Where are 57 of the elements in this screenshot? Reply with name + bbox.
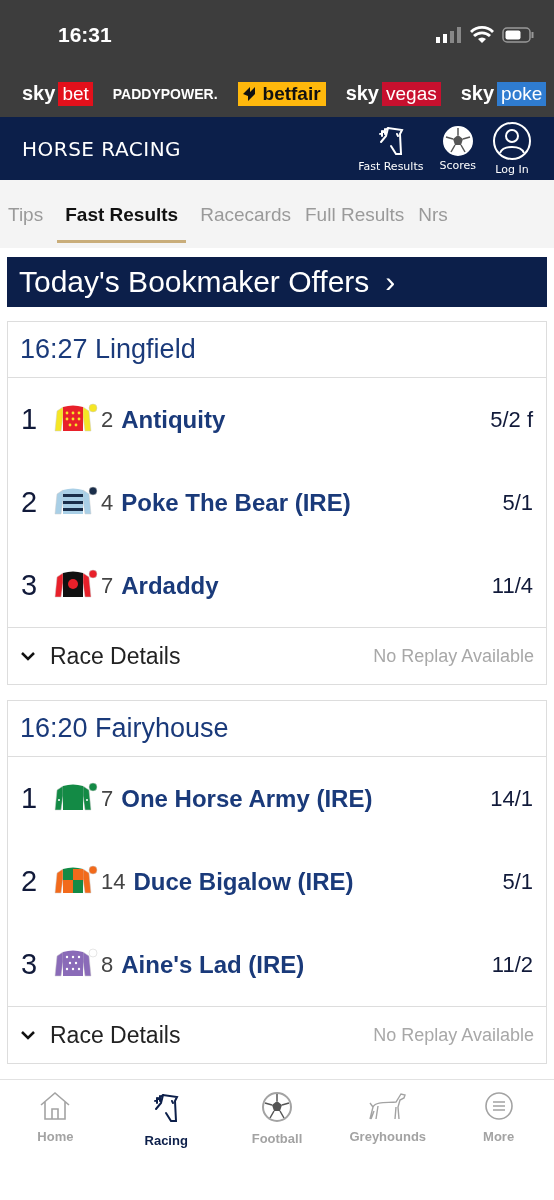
runner-number: 8 — [101, 951, 114, 978]
runner-number: 7 — [101, 572, 114, 599]
signal-icon — [436, 27, 462, 43]
horse-name[interactable]: Poke The Bear (IRE) — [121, 488, 503, 517]
finish-position: 2 — [21, 865, 39, 898]
replay-status: No Replay Available — [373, 645, 534, 667]
user-icon — [492, 121, 532, 161]
nav-tab[interactable]: Racing — [111, 1090, 222, 1149]
header-action[interactable]: Fast Results — [350, 124, 432, 173]
runner-number: 14 — [101, 868, 126, 895]
section-title: HORSE RACING — [22, 136, 183, 161]
runner-number: 4 — [101, 489, 114, 516]
odds: 5/1 — [502, 489, 533, 516]
odds: 11/4 — [491, 572, 533, 599]
brand-logo[interactable]: PADDYPOWER. — [112, 85, 218, 102]
offers-banner[interactable]: Today's Bookmaker Offers › — [7, 257, 547, 307]
football-icon — [441, 125, 474, 157]
brand-logo[interactable]: betfair — [237, 81, 326, 106]
finish-position: 3 — [21, 569, 39, 602]
chevron-down-icon — [20, 1030, 36, 1040]
race-title: 16:20 Fairyhouse — [8, 701, 546, 757]
football-icon — [261, 1091, 293, 1123]
finish-position: 1 — [21, 782, 39, 815]
replay-status: No Replay Available — [373, 1024, 534, 1046]
horse-name[interactable]: Aine's Lad (IRE) — [121, 950, 492, 979]
battery-icon — [502, 27, 534, 43]
clock: 16:31 — [58, 23, 112, 47]
greyhound-icon — [367, 1091, 408, 1121]
runner-number: 7 — [101, 785, 114, 812]
tab[interactable]: Fast Results — [57, 191, 187, 243]
brand-logo-label[interactable]: bet — [58, 81, 93, 106]
wifi-icon — [470, 26, 494, 44]
odds: 5/1 — [502, 868, 533, 895]
odds: 14/1 — [490, 785, 533, 812]
horse-name[interactable]: One Horse Army (IRE) — [121, 784, 491, 813]
horse-name[interactable]: Ardaddy — [121, 571, 492, 600]
header-action[interactable]: Log In — [484, 121, 540, 176]
odds: 5/2 f — [490, 406, 533, 433]
finish-position: 1 — [21, 403, 39, 436]
race-details-toggle[interactable]: Race Details — [20, 1021, 374, 1049]
brand-logo-label[interactable]: vegas — [382, 81, 441, 106]
finish-position: 3 — [21, 948, 39, 981]
runner-number: 2 — [101, 406, 114, 433]
brand-logo-text[interactable]: sky — [22, 82, 56, 105]
brand-logo-text[interactable]: sky — [460, 82, 495, 105]
home-icon — [39, 1091, 72, 1121]
menu-icon — [483, 1091, 514, 1121]
finish-position: 2 — [21, 486, 39, 519]
chevron-down-icon — [20, 651, 36, 661]
brand-logo-text[interactable]: sky — [345, 82, 379, 105]
horse-name[interactable]: Antiquity — [121, 405, 491, 434]
odds: 11/2 — [491, 951, 533, 978]
race-details-toggle[interactable]: Race Details — [20, 642, 374, 670]
horse-name[interactable]: Duce Bigalow (IRE) — [133, 867, 503, 896]
header-action[interactable]: Scores — [431, 125, 484, 172]
brand-logo-label[interactable]: poke — [497, 81, 547, 106]
race-title: 16:27 Lingfield — [8, 322, 546, 378]
